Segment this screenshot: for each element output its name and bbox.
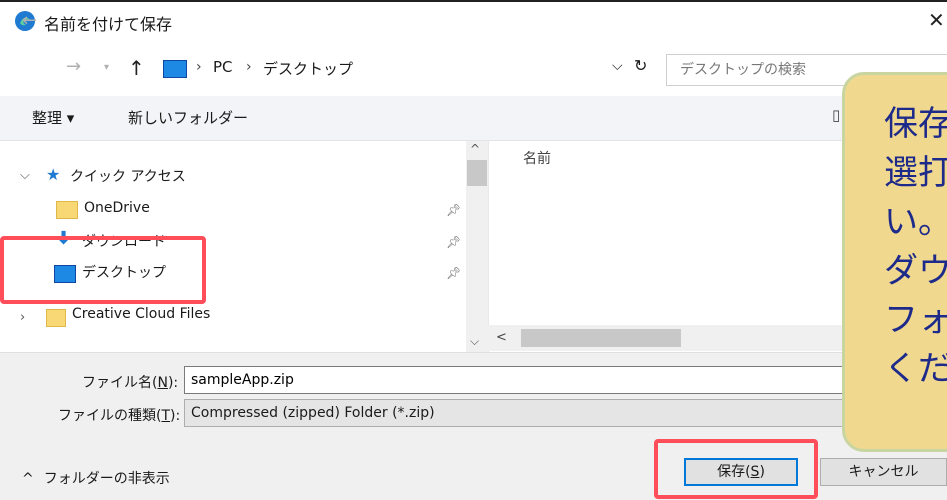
pin-icon: 📌︎ bbox=[446, 266, 462, 280]
callout-text: 保存 選打 い。 ダウ フォ くだ bbox=[884, 104, 947, 389]
chevron-down-icon[interactable]: ⌵ bbox=[20, 168, 30, 183]
window-title: 名前を付けて保存 bbox=[44, 15, 173, 34]
column-header-name[interactable]: 名前 bbox=[523, 148, 551, 168]
search-placeholder: デスクトップの検索 bbox=[680, 62, 806, 78]
sidebar-item-creative-cloud[interactable]: Creative Cloud Files bbox=[72, 306, 210, 322]
scroll-up-icon[interactable]: ^ bbox=[470, 142, 480, 156]
breadcrumb-separator: › bbox=[196, 59, 202, 75]
pc-icon bbox=[163, 60, 187, 78]
address-bar[interactable] bbox=[158, 54, 655, 86]
hide-folders-toggle[interactable]: ^ フォルダーの非表示 bbox=[22, 468, 170, 488]
cancel-button[interactable]: キャンセル bbox=[820, 458, 947, 486]
filetype-label: ファイルの種類(T): bbox=[58, 408, 181, 424]
star-icon: ★ bbox=[46, 165, 61, 184]
filename-label: ファイル名(N): bbox=[82, 375, 179, 391]
filetype-value: Compressed (zipped) Folder (*.zip) bbox=[191, 405, 435, 421]
refresh-icon[interactable]: ↻ bbox=[634, 56, 647, 75]
pin-icon: 📌︎ bbox=[446, 235, 462, 249]
pin-icon: 📌︎ bbox=[446, 203, 462, 217]
forward-arrow-icon[interactable]: → bbox=[66, 56, 81, 77]
close-icon[interactable]: ✕ bbox=[928, 8, 945, 32]
sidebar-item-quick-access[interactable]: クイック アクセス bbox=[70, 166, 186, 186]
chevron-up-icon: ^ bbox=[22, 471, 34, 487]
address-dropdown-icon[interactable]: ⌵ bbox=[612, 58, 623, 74]
up-arrow-icon[interactable]: ↑ bbox=[128, 56, 145, 80]
new-folder-button[interactable]: 新しいフォルダー bbox=[128, 107, 248, 128]
horizontal-scrollbar-thumb[interactable] bbox=[521, 329, 681, 347]
creative-cloud-icon bbox=[46, 309, 66, 327]
sidebar-item-onedrive[interactable]: OneDrive bbox=[84, 200, 150, 216]
breadcrumb-desktop[interactable]: デスクトップ bbox=[263, 58, 353, 79]
back-arrow-icon[interactable]: ← bbox=[22, 10, 37, 31]
nav-scrollbar-thumb[interactable] bbox=[467, 160, 487, 186]
view-options-icon[interactable]: ▯ bbox=[832, 106, 840, 124]
highlight-box-desktop bbox=[0, 236, 206, 304]
filename-input[interactable] bbox=[184, 366, 904, 394]
onedrive-folder-icon bbox=[56, 201, 78, 219]
recent-dropdown-icon[interactable]: ▾ bbox=[104, 62, 109, 73]
organize-button[interactable]: 整理 ▾ bbox=[32, 107, 74, 128]
breadcrumb-pc[interactable]: PC bbox=[213, 58, 233, 76]
chevron-right-icon[interactable]: › bbox=[20, 310, 25, 325]
scroll-down-icon[interactable]: ⌵ bbox=[470, 334, 479, 349]
scroll-left-icon[interactable]: < bbox=[496, 330, 507, 345]
highlight-box-save bbox=[654, 439, 818, 499]
breadcrumb-separator: › bbox=[246, 59, 252, 75]
